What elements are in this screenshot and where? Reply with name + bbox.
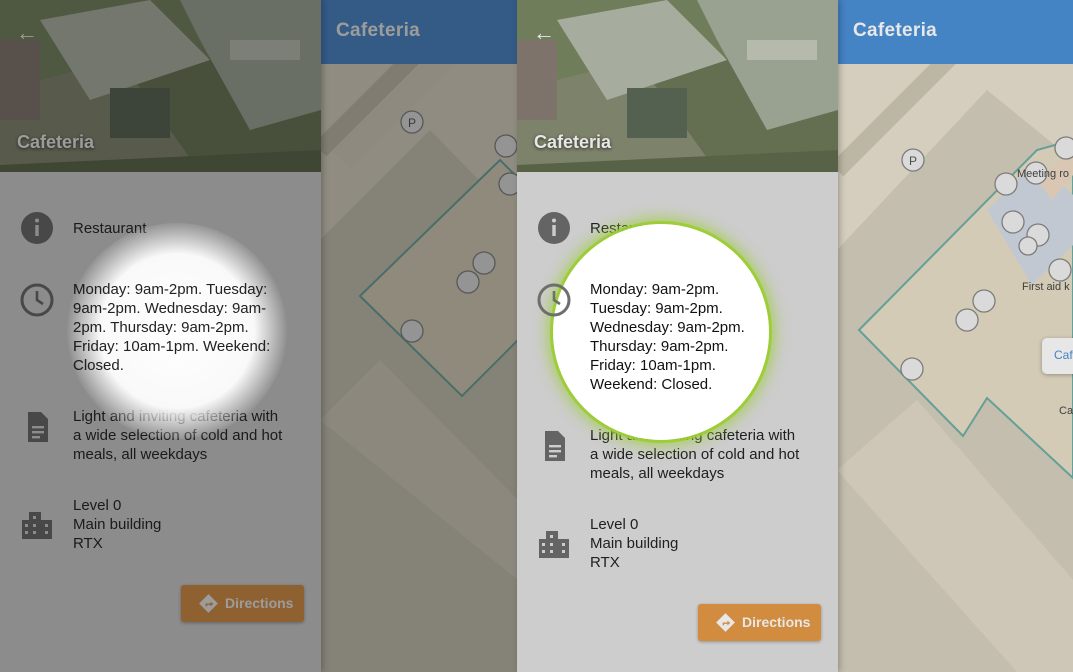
map-header-right: Cafeteria xyxy=(837,0,1073,64)
description-line: meals, all weekdays xyxy=(590,465,725,482)
floor-map-left: P xyxy=(320,0,518,672)
map-label-cafeteria: Ca xyxy=(1059,405,1073,417)
place-title: Cafeteria xyxy=(17,132,95,152)
arrow-left-icon: ← xyxy=(533,20,555,45)
directions-label: Directions xyxy=(742,614,811,630)
location-text: Level 0 Main building RTX xyxy=(590,515,822,572)
directions-icon xyxy=(716,613,735,632)
map-label-meeting-room: Meeting ro xyxy=(1017,168,1069,180)
info-icon xyxy=(538,212,570,244)
location-line: RTX xyxy=(73,535,103,552)
description-line: Light and inviting cafeteria with xyxy=(590,427,796,444)
location-line: RTX xyxy=(590,554,620,571)
hours-line: Friday: 10am-1pm. Weekend: xyxy=(73,338,271,355)
directions-icon xyxy=(199,594,218,613)
hours-line: 9am-2pm. Wednesday: 9am- xyxy=(73,300,267,317)
location-line: Main building xyxy=(73,516,162,533)
category-text: Restaurant xyxy=(590,220,664,237)
directions-button[interactable]: Directions xyxy=(698,604,821,641)
svg-text:P: P xyxy=(909,154,917,168)
location-line: Level 0 xyxy=(73,497,122,514)
building-icon xyxy=(22,512,52,539)
back-button[interactable]: ← xyxy=(529,18,559,48)
category-text: Restaurant xyxy=(73,220,147,237)
floor-map-right: P xyxy=(837,0,1073,672)
description-line: a wide selection of cold and hot xyxy=(590,446,800,463)
document-icon xyxy=(545,431,565,461)
opening-hours-highlight: Monday: 9am-2pm. Tuesday: 9am-2pm. Wedne… xyxy=(517,280,838,400)
hours-line: Closed. xyxy=(73,357,124,374)
comparison-stage: P Cafeteria ← Cafeteria Restaurant Monda… xyxy=(0,0,1073,672)
map-view-left[interactable]: P Cafeteria xyxy=(320,0,518,672)
description-line: meals, all weekdays xyxy=(73,446,208,463)
hours-line: Weekend: Closed. xyxy=(590,376,713,393)
hours-line: Tuesday: 9am-2pm. xyxy=(590,300,723,317)
hours-line: Monday: 9am-2pm. Tuesday: xyxy=(73,281,268,298)
map-title: Cafeteria xyxy=(336,20,421,41)
map-marker-cafeteria[interactable]: Caf xyxy=(1042,338,1073,374)
hours-line: 2pm. Thursday: 9am-2pm. xyxy=(73,319,249,336)
map-title: Cafeteria xyxy=(853,20,938,41)
hours-line: Friday: 10am-1pm. xyxy=(590,357,716,374)
hero-image-right: ← Cafeteria xyxy=(517,0,838,172)
document-icon xyxy=(28,412,48,442)
directions-button[interactable]: Directions xyxy=(181,585,304,622)
building-icon xyxy=(539,531,569,558)
description-line: a wide selection of cold and hot xyxy=(73,427,283,444)
description-text: Light and inviting cafeteria with a wide… xyxy=(73,407,305,464)
place-title: Cafeteria xyxy=(534,132,612,152)
map-label-first-aid: First aid k xyxy=(1022,281,1070,293)
svg-text:P: P xyxy=(408,116,416,130)
description-line: Light and inviting cafeteria with xyxy=(73,408,279,425)
directions-label: Directions xyxy=(225,595,294,611)
info-icon xyxy=(21,212,53,244)
map-view-right[interactable]: P Meeting ro First aid k Caf Ca Cafeteri… xyxy=(837,0,1073,672)
hours-line: Wednesday: 9am-2pm. xyxy=(590,319,745,336)
hours-line: Thursday: 9am-2pm. xyxy=(590,338,729,355)
opening-hours-overlay-text: Monday: 9am-2pm. Tuesday: 9am-2pm. Wedne… xyxy=(0,280,321,390)
arrow-left-icon: ← xyxy=(16,20,38,45)
back-button[interactable]: ← xyxy=(12,18,42,48)
location-text: Level 0 Main building RTX xyxy=(73,496,305,553)
hero-image-left: ← Cafeteria xyxy=(0,0,321,172)
hours-line: Monday: 9am-2pm. xyxy=(590,281,720,298)
map-header-left: Cafeteria xyxy=(320,0,518,64)
location-line: Level 0 xyxy=(590,516,639,533)
description-text: Light and inviting cafeteria with a wide… xyxy=(590,426,822,483)
location-line: Main building xyxy=(590,535,679,552)
